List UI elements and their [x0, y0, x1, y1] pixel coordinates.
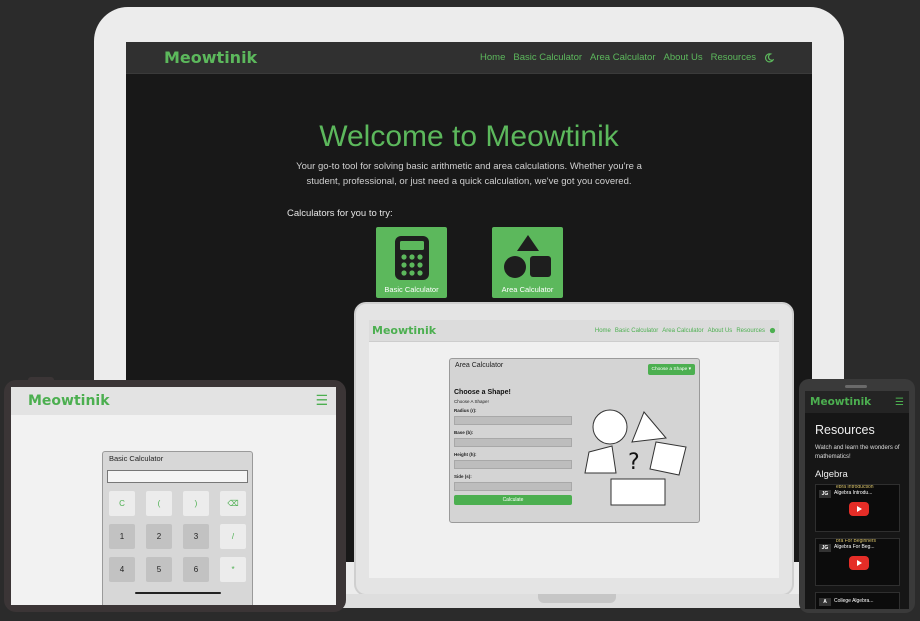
site-logo[interactable]: Meowtinik [164, 48, 257, 67]
video-title: Algebra Introdu... [834, 490, 873, 496]
play-icon[interactable] [849, 502, 869, 516]
video-thumbnail-2[interactable]: bra For Beginners JG Algebra For Beg... [815, 538, 900, 586]
navbar: Meowtinik ☰ [805, 391, 909, 413]
nav-home[interactable]: Home [595, 328, 611, 334]
section-heading: Algebra [815, 469, 848, 480]
sun-icon[interactable] [769, 327, 776, 334]
video-thumbnail-1[interactable]: ebra Introduction JG Algebra Introdu... [815, 484, 900, 532]
calculator-key[interactable]: 6 [183, 557, 209, 582]
tablet-screen: Meowtinik ☰ Basic Calculator C () ⌫ 1 2 3 / 4 5 6… [11, 387, 336, 605]
choose-shape-label: Choose a Shape [651, 367, 688, 372]
laptop-screen: Meowtinik Home Basic Calculator Area Cal… [369, 320, 779, 578]
calculator-key[interactable]: ) [183, 491, 209, 516]
basic-calculator-card[interactable]: Basic Calculator [376, 227, 447, 298]
channel-badge: JG [819, 544, 831, 552]
channel-badge: JG [819, 490, 831, 498]
panel-title: Area Calculator [455, 362, 504, 369]
calculator-key[interactable]: 2 [146, 524, 172, 549]
site-logo[interactable]: Meowtinik [372, 324, 436, 337]
phone-screen: Meowtinik ☰ Resources Watch and learn th… [805, 391, 909, 609]
calculator-key[interactable]: / [220, 524, 246, 549]
navbar: Meowtinik Home Basic Calculator Area Cal… [369, 320, 779, 342]
moon-icon[interactable] [764, 52, 774, 63]
nav-resources[interactable]: Resources [711, 52, 756, 63]
area-calculator-card[interactable]: Area Calculator [492, 227, 563, 298]
height-label: Height (h): [454, 452, 477, 457]
tablet-camera-bump [28, 377, 54, 382]
base-label: Base (b): [454, 430, 474, 435]
height-input[interactable] [454, 460, 572, 469]
calculator-key[interactable]: 3 [183, 524, 209, 549]
nav-about-us[interactable]: About Us [664, 52, 703, 63]
page-subtitle: Your go-to tool for solving basic arithm… [296, 161, 642, 187]
navbar: Meowtinik ☰ [11, 387, 336, 415]
page-description: Watch and learn the wonders of mathemati… [815, 445, 900, 460]
page-title: Resources [815, 423, 875, 437]
video-thumbnail-3[interactable]: A College Algebra... [815, 592, 900, 609]
calculator-key[interactable]: 4 [109, 557, 135, 582]
area-calculator-card-label: Area Calculator [501, 285, 554, 294]
calculate-button[interactable]: Calculate [454, 495, 572, 505]
hamburger-icon[interactable]: ☰ [315, 393, 328, 409]
calculator-icon [394, 236, 429, 280]
nav-area-calculator[interactable]: Area Calculator [590, 52, 655, 63]
phone-speaker [845, 385, 867, 388]
radius-input[interactable] [454, 416, 572, 425]
side-label: Side (s): [454, 474, 472, 479]
calculator-key[interactable]: 1 [109, 524, 135, 549]
nav-links: Home Basic Calculator Area Calculator Ab… [480, 52, 774, 63]
shapes-illustration: ? [584, 409, 687, 506]
calculator-key[interactable]: 5 [146, 557, 172, 582]
calculator-key[interactable]: C [109, 491, 135, 516]
nav-area-calculator[interactable]: Area Calculator [662, 328, 703, 334]
choose-shape-heading: Choose a Shape! [454, 389, 511, 396]
calculator-title: Basic Calculator [109, 454, 164, 463]
choose-shape-subheading: Choose A Shape! [454, 399, 489, 404]
nav-basic-calculator[interactable]: Basic Calculator [513, 52, 582, 63]
video-title: Algebra For Beg... [834, 544, 875, 550]
shapes-icon [503, 235, 551, 278]
calculator-key[interactable]: ( [146, 491, 172, 516]
basic-calculator-panel: Basic Calculator C () ⌫ 1 2 3 / 4 5 6 * [102, 451, 253, 605]
laptop-notch [538, 594, 616, 603]
calculator-key[interactable]: * [220, 557, 246, 582]
radius-label: Radius (r): [454, 408, 477, 413]
calculator-key[interactable]: ⌫ [220, 491, 246, 516]
nav-resources[interactable]: Resources [736, 328, 765, 334]
calculators-label: Calculators for you to try: [287, 208, 393, 219]
channel-badge: A [819, 598, 831, 606]
video-title: College Algebra... [834, 598, 874, 604]
area-calculator-panel: Area Calculator Choose a Shape ▾ Choose … [449, 358, 700, 523]
home-indicator [135, 592, 221, 594]
navbar: Meowtinik Home Basic Calculator Area Cal… [126, 42, 812, 74]
page-title: Welcome to Meowtinik [319, 120, 619, 153]
nav-home[interactable]: Home [480, 52, 505, 63]
play-icon[interactable] [849, 556, 869, 570]
site-logo[interactable]: Meowtinik [810, 396, 871, 408]
basic-calculator-card-label: Basic Calculator [384, 285, 439, 294]
calculator-display[interactable] [107, 470, 248, 483]
site-logo[interactable]: Meowtinik [28, 393, 110, 409]
base-input[interactable] [454, 438, 572, 447]
nav-basic-calculator[interactable]: Basic Calculator [615, 328, 658, 334]
side-input[interactable] [454, 482, 572, 491]
nav-links: Home Basic Calculator Area Calculator Ab… [595, 327, 776, 334]
hamburger-icon[interactable]: ☰ [895, 397, 904, 408]
question-mark: ? [628, 450, 640, 475]
nav-about-us[interactable]: About Us [708, 328, 733, 334]
choose-shape-dropdown[interactable]: Choose a Shape ▾ [647, 364, 695, 375]
